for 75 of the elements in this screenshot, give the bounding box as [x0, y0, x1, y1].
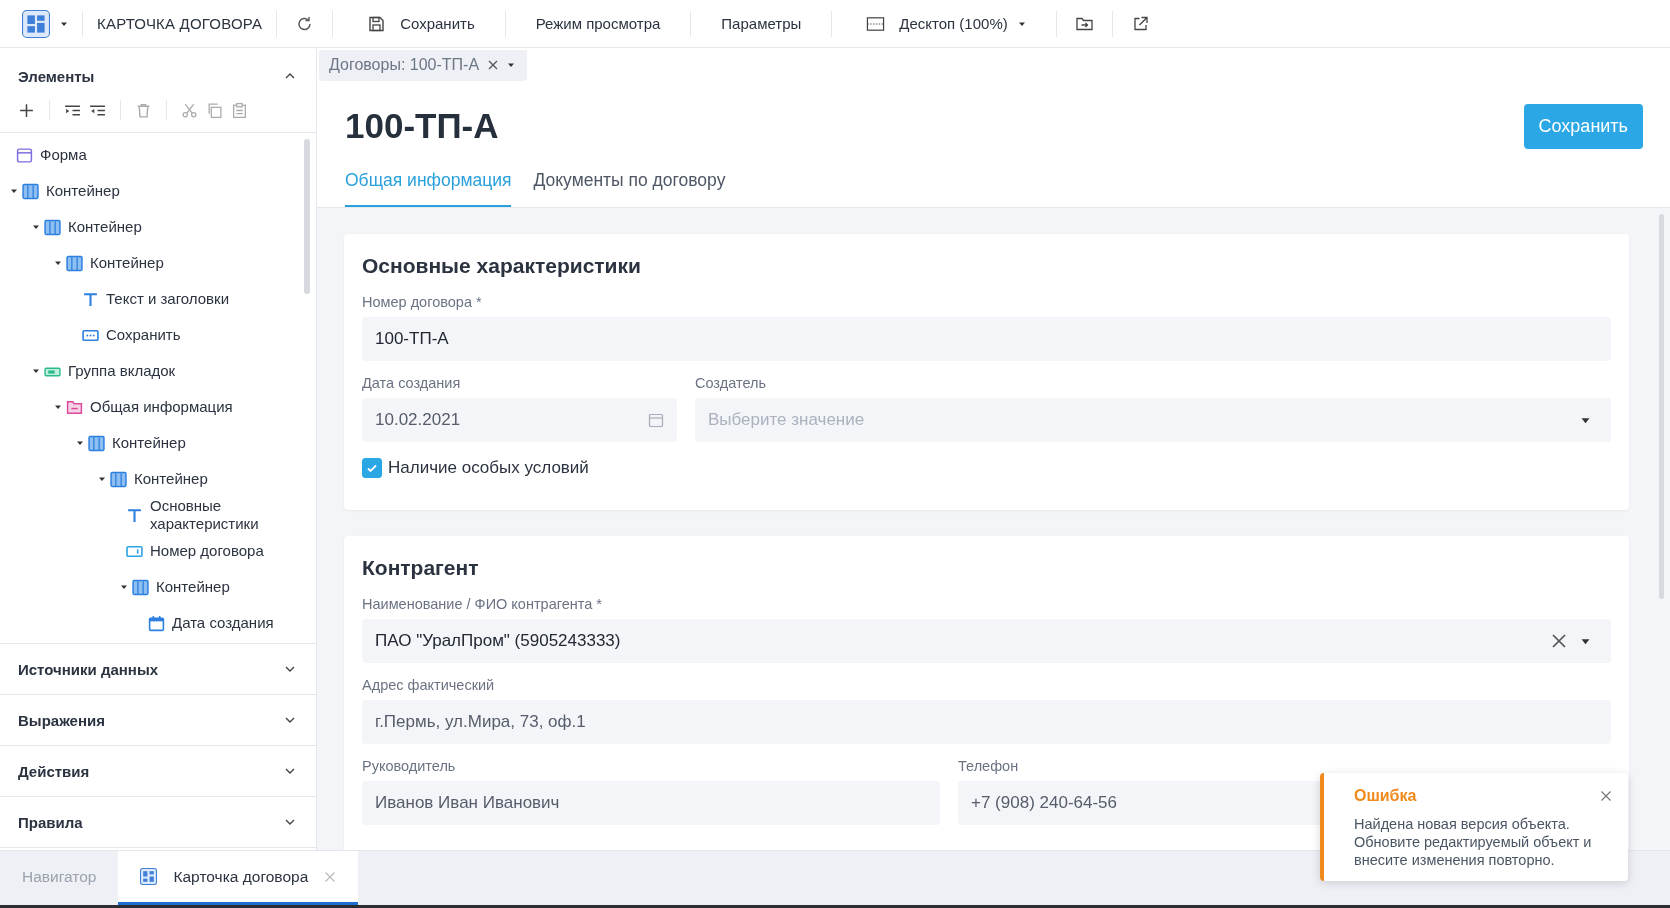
close-icon[interactable] — [487, 59, 500, 71]
window-tab[interactable]: Карточка договора — [118, 851, 359, 905]
tab-icon — [66, 398, 83, 416]
caret-icon[interactable] — [32, 223, 40, 231]
caret-icon[interactable] — [120, 583, 128, 591]
caret-icon[interactable] — [507, 61, 516, 69]
panel-title[interactable]: Действия — [18, 762, 90, 780]
field-label: Руководитель — [362, 758, 457, 774]
page-heading: 100-ТП-А — [345, 106, 499, 146]
tree-item[interactable]: Номер договора — [0, 533, 316, 569]
caret-icon — [1581, 636, 1590, 646]
tree-item[interactable]: Сохранить — [0, 317, 316, 353]
panel-title: Элементы — [18, 67, 95, 85]
clear-icon[interactable] — [1551, 633, 1567, 649]
checkbox[interactable] — [362, 458, 382, 478]
toast-title: Ошибка — [1354, 787, 1417, 805]
columns-icon — [22, 182, 39, 200]
tree-item[interactable]: Контейнер — [0, 173, 316, 209]
caret-icon[interactable] — [54, 403, 62, 411]
columns-icon — [132, 578, 149, 596]
close-icon[interactable] — [1600, 790, 1612, 802]
columns-icon — [88, 434, 105, 452]
clipboard-icon[interactable] — [231, 101, 248, 119]
panel-title[interactable]: Источники данных — [18, 660, 159, 678]
scrollbar[interactable] — [1659, 214, 1664, 599]
tree-item[interactable]: Общая информация — [0, 389, 316, 425]
field-label: Создатель — [695, 375, 767, 391]
input-field[interactable]: 100-ТП-А — [362, 317, 1611, 361]
panel-title[interactable]: Выражения — [18, 711, 105, 729]
tree-item[interactable]: Контейнер — [0, 425, 316, 461]
calendar-icon — [148, 614, 165, 632]
tree-item[interactable]: Контейнер — [0, 209, 316, 245]
checkbox-label: Наличие особых условий — [388, 458, 589, 478]
view-mode-button[interactable]: Режим просмотра — [519, 11, 677, 36]
ruler-icon — [866, 14, 886, 33]
field-label: Адрес фактический — [362, 677, 496, 693]
device-dropdown[interactable]: Десктоп (100%) — [846, 10, 1042, 37]
page-title: КАРТОЧКА ДОГОВОРА — [97, 15, 263, 32]
tree-item[interactable]: Группа вкладок — [0, 353, 316, 389]
caret-icon[interactable] — [32, 367, 40, 375]
document-tab[interactable]: Договоры: 100-ТП-А — [319, 50, 528, 81]
layout-icon — [140, 868, 158, 885]
tree-item[interactable]: Контейнер — [0, 245, 316, 281]
tree-item[interactable]: Основные характеристики — [0, 497, 316, 533]
caret-icon[interactable] — [10, 187, 18, 195]
section-title: Основные характеристики — [362, 254, 642, 278]
tree-item[interactable]: Контейнер — [0, 461, 316, 497]
layout-icon[interactable] — [22, 9, 50, 38]
columns-icon — [66, 254, 83, 272]
dropdown-field[interactable]: ПАО "УралПром" (5905243333) — [362, 619, 1611, 663]
columns-icon — [44, 218, 61, 236]
field-label: Наименование / ФИО контрагента * — [362, 596, 603, 612]
text-icon — [82, 290, 99, 308]
caret-icon[interactable] — [54, 259, 62, 267]
panel-title[interactable]: Правила — [18, 813, 83, 831]
save-button[interactable]: Сохранить — [347, 10, 491, 37]
tree-item[interactable]: Контейнер — [0, 569, 316, 605]
tree-item[interactable]: Форма — [0, 137, 316, 173]
text-icon — [126, 506, 143, 524]
field-label: Дата создания — [362, 375, 462, 391]
columns-icon — [110, 470, 127, 488]
caret-icon — [1581, 415, 1590, 425]
tree-item[interactable]: Дата создания — [0, 605, 316, 641]
parameters-button[interactable]: Параметры — [705, 11, 818, 36]
form-icon — [16, 146, 33, 164]
scrollbar[interactable] — [304, 139, 310, 294]
caret-icon[interactable] — [76, 439, 84, 447]
floppy-icon — [367, 14, 387, 33]
field-label: Номер договора * — [362, 294, 483, 310]
plus-icon[interactable] — [18, 101, 35, 119]
caret-icon[interactable] — [98, 475, 106, 483]
section-title: Контрагент — [362, 556, 480, 580]
tree-item[interactable]: Текст и заголовки — [0, 281, 316, 317]
field-label: Телефон — [958, 758, 1020, 774]
tab[interactable]: Документы по договору — [533, 162, 726, 207]
